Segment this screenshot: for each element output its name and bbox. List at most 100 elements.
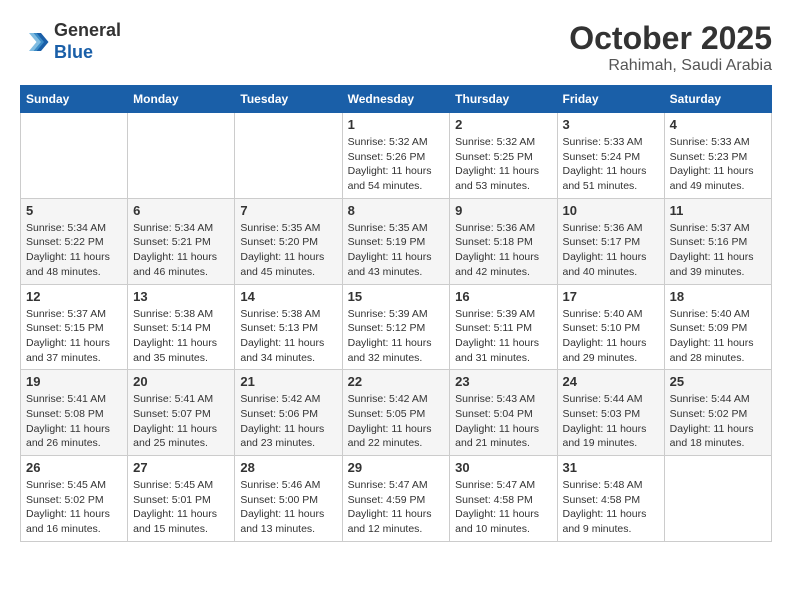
day-info: Sunrise: 5:41 AM Sunset: 5:07 PM Dayligh… [133, 392, 229, 451]
week-row-5: 26 Sunrise: 5:45 AM Sunset: 5:02 PM Dayli… [21, 456, 772, 542]
day-info: Sunrise: 5:42 AM Sunset: 5:06 PM Dayligh… [240, 392, 336, 451]
day-cell: 23 Sunrise: 5:43 AM Sunset: 5:04 PM Dayli… [450, 370, 557, 456]
day-number: 24 [563, 374, 659, 389]
day-info: Sunrise: 5:40 AM Sunset: 5:10 PM Dayligh… [563, 307, 659, 366]
location-title: Rahimah, Saudi Arabia [569, 57, 772, 75]
day-number: 21 [240, 374, 336, 389]
logo-blue: Blue [54, 42, 93, 62]
week-row-3: 12 Sunrise: 5:37 AM Sunset: 5:15 PM Dayli… [21, 284, 772, 370]
day-info: Sunrise: 5:45 AM Sunset: 5:02 PM Dayligh… [26, 478, 122, 537]
day-info: Sunrise: 5:39 AM Sunset: 5:12 PM Dayligh… [348, 307, 445, 366]
logo-text: General Blue [54, 20, 121, 63]
day-number: 31 [563, 460, 659, 475]
day-number: 23 [455, 374, 551, 389]
day-number: 17 [563, 289, 659, 304]
day-cell: 15 Sunrise: 5:39 AM Sunset: 5:12 PM Dayli… [342, 284, 450, 370]
day-number: 20 [133, 374, 229, 389]
day-number: 9 [455, 203, 551, 218]
day-cell: 31 Sunrise: 5:48 AM Sunset: 4:58 PM Dayli… [557, 456, 664, 542]
day-cell: 8 Sunrise: 5:35 AM Sunset: 5:19 PM Daylig… [342, 198, 450, 284]
day-cell: 16 Sunrise: 5:39 AM Sunset: 5:11 PM Dayli… [450, 284, 557, 370]
day-number: 12 [26, 289, 122, 304]
weekday-header-tuesday: Tuesday [235, 86, 342, 113]
day-cell: 24 Sunrise: 5:44 AM Sunset: 5:03 PM Dayli… [557, 370, 664, 456]
day-cell: 6Sunrise: 5:34 AM Sunset: 5:21 PM Daylig… [128, 198, 235, 284]
day-number: 25 [670, 374, 766, 389]
day-number: 13 [133, 289, 229, 304]
day-cell: 29Sunrise: 5:47 AM Sunset: 4:59 PM Dayli… [342, 456, 450, 542]
day-number: 14 [240, 289, 336, 304]
day-cell [21, 113, 128, 199]
title-block: October 2025 Rahimah, Saudi Arabia [569, 20, 772, 75]
day-number: 29 [348, 460, 445, 475]
day-number: 8 [348, 203, 445, 218]
logo: General Blue [20, 20, 121, 63]
day-cell: 28 Sunrise: 5:46 AM Sunset: 5:00 PM Dayli… [235, 456, 342, 542]
day-number: 26 [26, 460, 122, 475]
day-info: Sunrise: 5:36 AM Sunset: 5:18 PM Dayligh… [455, 221, 551, 280]
day-info: Sunrise: 5:35 AM Sunset: 5:20 PM Dayligh… [240, 221, 336, 280]
day-info: Sunrise: 5:35 AM Sunset: 5:19 PM Dayligh… [348, 221, 445, 280]
day-cell: 13 Sunrise: 5:38 AM Sunset: 5:14 PM Dayli… [128, 284, 235, 370]
day-number: 22 [348, 374, 445, 389]
day-cell: 18 Sunrise: 5:40 AM Sunset: 5:09 PM Dayli… [664, 284, 771, 370]
day-number: 3 [563, 117, 659, 132]
weekday-header-saturday: Saturday [664, 86, 771, 113]
day-number: 30 [455, 460, 551, 475]
day-number: 28 [240, 460, 336, 475]
day-info: Sunrise: 5:42 AM Sunset: 5:05 PM Dayligh… [348, 392, 445, 451]
day-cell: 21 Sunrise: 5:42 AM Sunset: 5:06 PM Dayli… [235, 370, 342, 456]
day-number: 5 [26, 203, 122, 218]
day-cell: 30 Sunrise: 5:47 AM Sunset: 4:58 PM Dayli… [450, 456, 557, 542]
day-cell: 2Sunrise: 5:32 AM Sunset: 5:25 PM Daylig… [450, 113, 557, 199]
day-cell [235, 113, 342, 199]
day-cell [128, 113, 235, 199]
day-cell: 22 Sunrise: 5:42 AM Sunset: 5:05 PM Dayli… [342, 370, 450, 456]
day-cell: 3 Sunrise: 5:33 AM Sunset: 5:24 PM Daylig… [557, 113, 664, 199]
day-info: Sunrise: 5:33 AM Sunset: 5:24 PM Dayligh… [563, 135, 659, 194]
day-info: Sunrise: 5:43 AM Sunset: 5:04 PM Dayligh… [455, 392, 551, 451]
weekday-header-thursday: Thursday [450, 86, 557, 113]
week-row-4: 19Sunrise: 5:41 AM Sunset: 5:08 PM Dayli… [21, 370, 772, 456]
day-cell: 17 Sunrise: 5:40 AM Sunset: 5:10 PM Dayli… [557, 284, 664, 370]
day-info: Sunrise: 5:40 AM Sunset: 5:09 PM Dayligh… [670, 307, 766, 366]
day-info: Sunrise: 5:37 AM Sunset: 5:15 PM Dayligh… [26, 307, 122, 366]
day-info: Sunrise: 5:38 AM Sunset: 5:14 PM Dayligh… [133, 307, 229, 366]
day-cell [664, 456, 771, 542]
weekday-header-wednesday: Wednesday [342, 86, 450, 113]
day-info: Sunrise: 5:34 AM Sunset: 5:22 PM Dayligh… [26, 221, 122, 280]
day-cell: 14Sunrise: 5:38 AM Sunset: 5:13 PM Dayli… [235, 284, 342, 370]
day-cell: 25 Sunrise: 5:44 AM Sunset: 5:02 PM Dayli… [664, 370, 771, 456]
day-cell: 11Sunrise: 5:37 AM Sunset: 5:16 PM Dayli… [664, 198, 771, 284]
logo-icon [20, 27, 50, 57]
weekday-header-row: SundayMondayTuesdayWednesdayThursdayFrid… [21, 86, 772, 113]
day-info: Sunrise: 5:45 AM Sunset: 5:01 PM Dayligh… [133, 478, 229, 537]
day-info: Sunrise: 5:39 AM Sunset: 5:11 PM Dayligh… [455, 307, 551, 366]
weekday-header-monday: Monday [128, 86, 235, 113]
day-info: Sunrise: 5:33 AM Sunset: 5:23 PM Dayligh… [670, 135, 766, 194]
day-info: Sunrise: 5:47 AM Sunset: 4:58 PM Dayligh… [455, 478, 551, 537]
day-cell: 20 Sunrise: 5:41 AM Sunset: 5:07 PM Dayli… [128, 370, 235, 456]
day-cell: 9 Sunrise: 5:36 AM Sunset: 5:18 PM Daylig… [450, 198, 557, 284]
day-info: Sunrise: 5:48 AM Sunset: 4:58 PM Dayligh… [563, 478, 659, 537]
day-number: 7 [240, 203, 336, 218]
day-number: 15 [348, 289, 445, 304]
day-info: Sunrise: 5:44 AM Sunset: 5:02 PM Dayligh… [670, 392, 766, 451]
day-info: Sunrise: 5:41 AM Sunset: 5:08 PM Dayligh… [26, 392, 122, 451]
day-cell: 4Sunrise: 5:33 AM Sunset: 5:23 PM Daylig… [664, 113, 771, 199]
day-number: 16 [455, 289, 551, 304]
day-info: Sunrise: 5:44 AM Sunset: 5:03 PM Dayligh… [563, 392, 659, 451]
weekday-header-sunday: Sunday [21, 86, 128, 113]
month-title: October 2025 [569, 20, 772, 57]
day-info: Sunrise: 5:46 AM Sunset: 5:00 PM Dayligh… [240, 478, 336, 537]
day-info: Sunrise: 5:34 AM Sunset: 5:21 PM Dayligh… [133, 221, 229, 280]
day-cell: 7 Sunrise: 5:35 AM Sunset: 5:20 PM Daylig… [235, 198, 342, 284]
day-cell: 5 Sunrise: 5:34 AM Sunset: 5:22 PM Daylig… [21, 198, 128, 284]
day-number: 10 [563, 203, 659, 218]
day-cell: 1Sunrise: 5:32 AM Sunset: 5:26 PM Daylig… [342, 113, 450, 199]
day-number: 18 [670, 289, 766, 304]
day-info: Sunrise: 5:32 AM Sunset: 5:25 PM Dayligh… [455, 135, 551, 194]
day-cell: 19Sunrise: 5:41 AM Sunset: 5:08 PM Dayli… [21, 370, 128, 456]
day-info: Sunrise: 5:32 AM Sunset: 5:26 PM Dayligh… [348, 135, 445, 194]
day-cell: 27Sunrise: 5:45 AM Sunset: 5:01 PM Dayli… [128, 456, 235, 542]
